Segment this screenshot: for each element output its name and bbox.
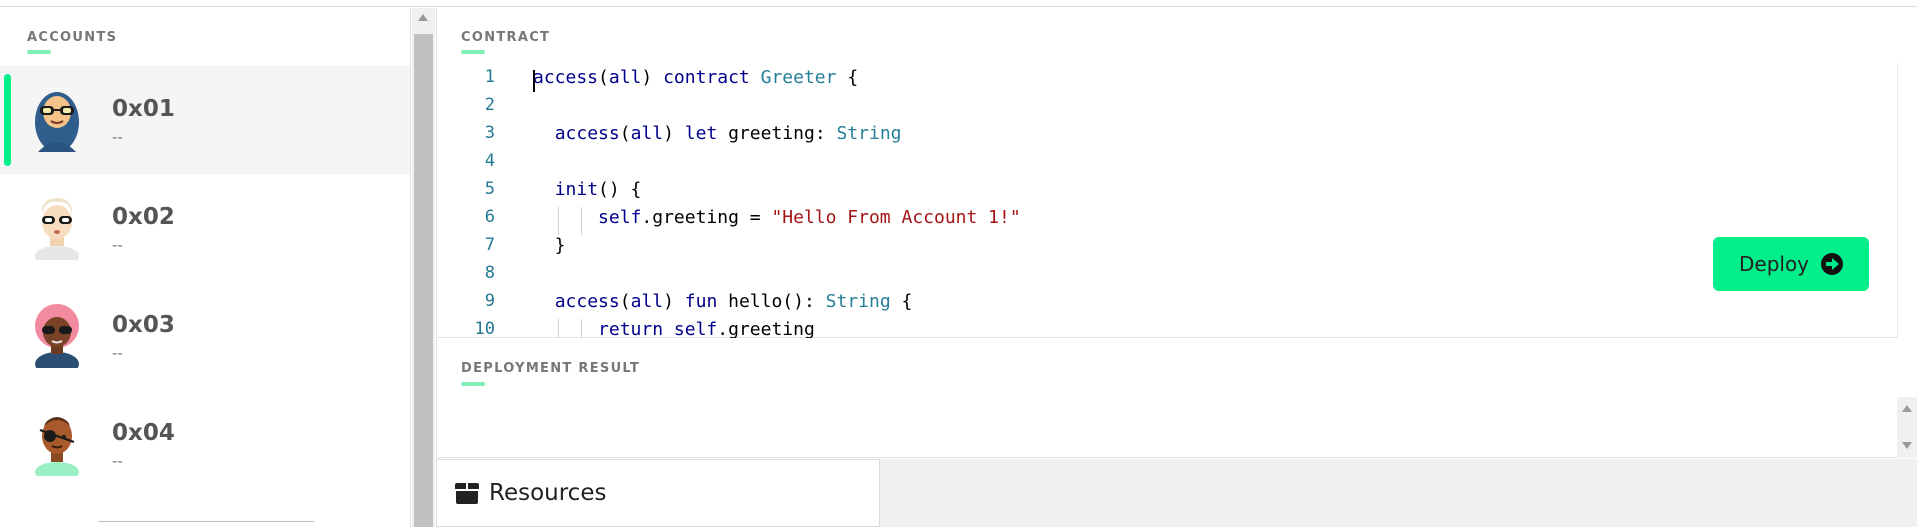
contract-title: CONTRACT [461, 30, 551, 45]
line-number: 5 [484, 179, 495, 199]
code-line: 7 } [437, 235, 1897, 263]
line-number: 2 [484, 95, 495, 115]
code-editor[interactable]: 1 access(all) contract Greeter { 2 3 acc… [437, 63, 1897, 338]
accounts-title-underline [27, 50, 51, 54]
line-number: 7 [484, 235, 495, 255]
deployment-result-panel: DEPLOYMENT RESULT [436, 339, 1917, 458]
sidebar-scrollbar[interactable] [412, 8, 435, 527]
accounts-sidebar: ACCOUNTS 0x01 -- 0x02 -- 0x03 -- 0x04 -- [0, 8, 411, 527]
line-number: 10 [474, 319, 495, 338]
code-text: access(all) fun hello(): String { [554, 291, 913, 312]
resources-label: Resources [489, 480, 607, 506]
account-item-0x02[interactable]: 0x02 -- [0, 174, 410, 282]
line-number: 3 [484, 123, 495, 143]
code-text: access(all) let greeting: String [554, 123, 902, 144]
arrow-circle-right-icon [1821, 253, 1844, 275]
scrollbar-thumb[interactable] [414, 34, 433, 527]
account-address: 0x03 [112, 312, 175, 338]
account-address: 0x02 [112, 204, 175, 230]
line-number: 1 [484, 67, 495, 87]
pink-hair-sunglasses-avatar [35, 304, 79, 368]
accounts-title: ACCOUNTS [27, 30, 118, 45]
text-cursor [533, 70, 535, 92]
deploy-button[interactable]: Deploy [1713, 237, 1869, 291]
scroll-up-arrow-icon[interactable] [418, 14, 428, 21]
line-number: 6 [484, 207, 495, 227]
hijab-sunglasses-avatar [35, 92, 79, 152]
result-scrollbar[interactable] [1897, 397, 1917, 458]
code-line: 8 [437, 263, 1897, 291]
top-border [0, 0, 1917, 7]
deployment-result-title: DEPLOYMENT RESULT [461, 361, 641, 376]
line-number: 8 [484, 263, 495, 283]
bottom-bar: Resources [436, 459, 1917, 527]
contract-title-underline [461, 50, 485, 54]
selected-indicator [4, 74, 11, 166]
code-line: 5 init() { [437, 179, 1897, 207]
account-address: 0x01 [112, 96, 175, 122]
code-line: 2 [437, 95, 1897, 123]
account-item-0x04[interactable]: 0x04 -- [0, 390, 410, 498]
code-line: 9 access(all) fun hello(): String { [437, 291, 1897, 319]
deployment-result-underline [461, 382, 485, 386]
code-line: 3 access(all) let greeting: String [437, 123, 1897, 151]
account-item-0x03[interactable]: 0x03 -- [0, 282, 410, 390]
line-number: 4 [484, 151, 495, 171]
code-text: self.greeting = "Hello From Account 1!" [598, 207, 1021, 228]
account-address: 0x04 [112, 420, 175, 446]
account-item-0x01[interactable]: 0x01 -- [0, 66, 410, 174]
code-text: init() { [554, 179, 642, 200]
scroll-down-arrow-icon[interactable] [1902, 442, 1912, 449]
eyepatch-avatar [35, 417, 79, 476]
accounts-list: 0x01 -- 0x02 -- 0x03 -- 0x04 -- [0, 66, 410, 498]
code-line: 10 return self.greeting [437, 319, 1897, 338]
code-text: } [533, 235, 566, 256]
box-icon [455, 481, 479, 505]
account-subtitle: -- [112, 452, 123, 470]
editor-scrollbar[interactable] [1897, 63, 1917, 338]
code-text: access(all) contract Greeter { [533, 67, 859, 88]
blonde-sunglasses-avatar [35, 198, 79, 260]
account-subtitle: -- [112, 128, 123, 146]
code-line: 4 [437, 151, 1897, 179]
scroll-up-arrow-icon[interactable] [1902, 405, 1912, 412]
account-subtitle: -- [112, 236, 123, 254]
code-text: return self.greeting [598, 319, 815, 338]
account-subtitle: -- [112, 344, 123, 362]
sidebar-divider [98, 521, 314, 522]
resources-tab[interactable]: Resources [436, 459, 880, 527]
code-line: 1 access(all) contract Greeter { [437, 67, 1897, 95]
code-line: 6 self.greeting = "Hello From Account 1!… [437, 207, 1897, 235]
deploy-label: Deploy [1738, 252, 1810, 276]
line-number: 9 [484, 291, 495, 311]
contract-panel: CONTRACT 1 access(all) contract Greeter … [436, 8, 1917, 338]
